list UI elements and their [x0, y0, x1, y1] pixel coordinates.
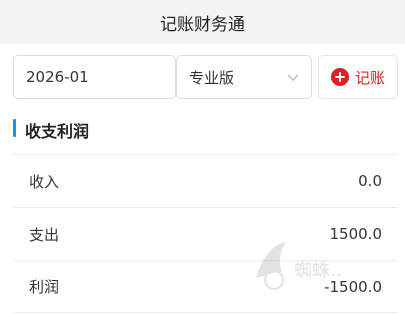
summary-list: 收入 0.0 支出 1500.0 利润 -1500.0: [13, 154, 398, 313]
section-title: 收支利润: [25, 122, 90, 141]
section-accent-bar: [13, 119, 16, 137]
app-title: 记账财务通: [160, 14, 245, 35]
list-item: 支出 1500.0: [13, 207, 398, 260]
section-header: 收支利润: [0, 108, 405, 152]
list-item: 利润 -1500.0: [13, 260, 398, 313]
list-item: 收入 0.0: [13, 154, 398, 207]
row-label: 收入: [29, 172, 60, 191]
row-label: 支出: [29, 225, 60, 244]
plus-circle-icon: [330, 68, 349, 86]
add-record-label: 记账: [354, 68, 385, 87]
row-value: -1500.0: [324, 277, 382, 296]
row-label: 利润: [29, 278, 60, 296]
edition-select[interactable]: 专业版: [176, 55, 312, 99]
date-value: 2026-01: [26, 68, 89, 86]
chevron-down-icon: [287, 74, 299, 81]
top-bar: 记账财务通: [0, 0, 405, 44]
date-field[interactable]: 2026-01: [13, 55, 176, 99]
add-record-button[interactable]: 记账: [318, 55, 398, 99]
row-value: 1500.0: [329, 225, 383, 243]
row-value: 0.0: [358, 172, 382, 190]
filter-bar: 2026-01 专业版 记账: [0, 52, 405, 104]
edition-value: 专业版: [189, 68, 235, 87]
